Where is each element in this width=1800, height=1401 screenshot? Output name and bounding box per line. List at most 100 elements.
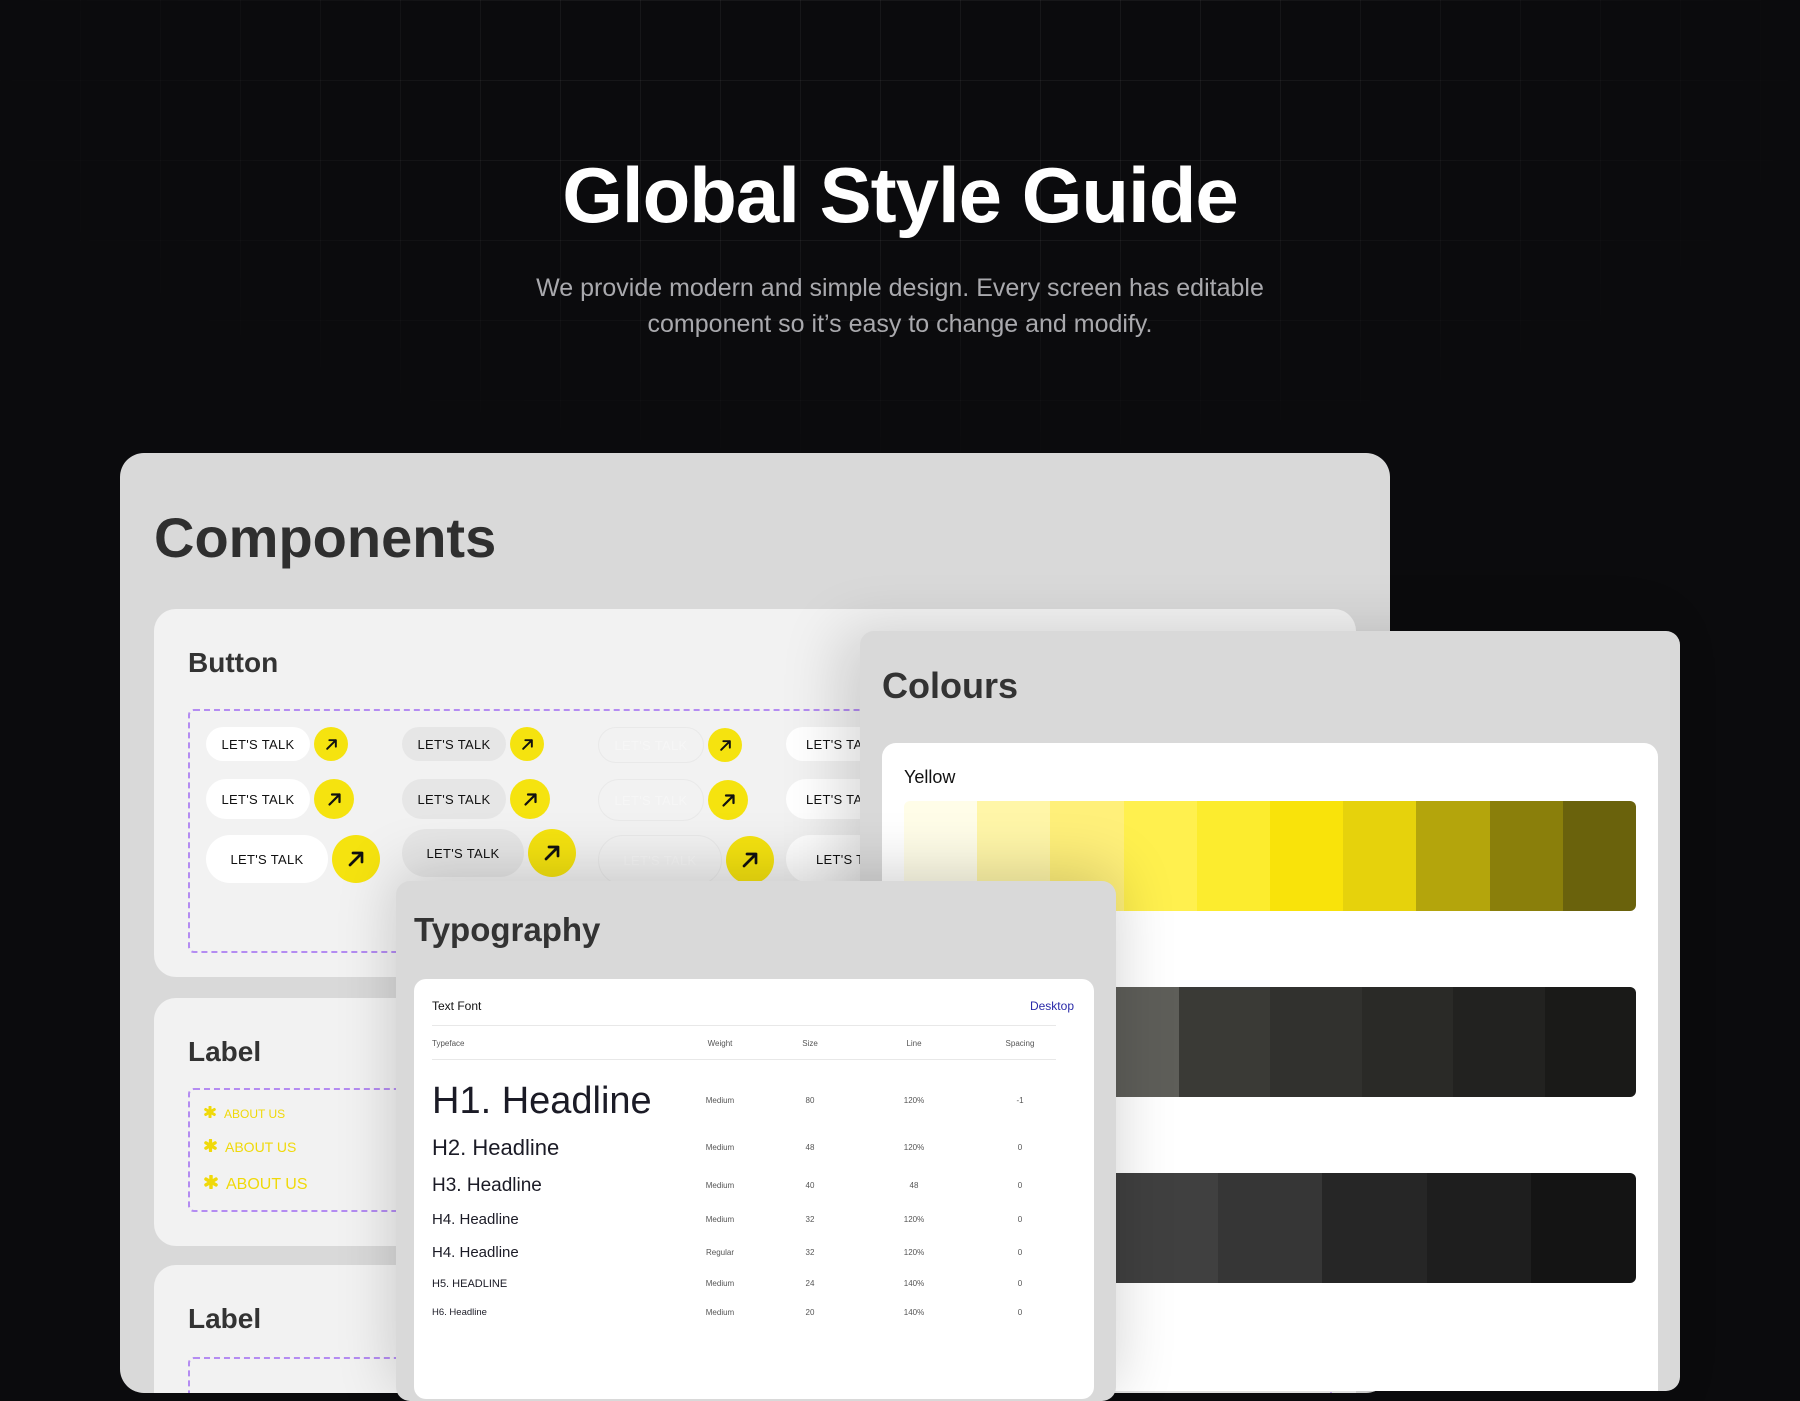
grey-swatch[interactable] — [1361, 987, 1453, 1097]
col-header-weight: Weight — [707, 1039, 733, 1048]
typeface-sample: H1. Headline — [432, 1080, 652, 1122]
dark-swatch[interactable] — [1113, 1173, 1218, 1283]
lets-talk-button[interactable]: LET'S TALK — [598, 779, 748, 821]
arrow-up-right-icon — [726, 836, 774, 884]
components-title: Components — [154, 506, 497, 569]
lets-talk-button-label: LET'S TALK — [598, 727, 704, 763]
arrow-up-right-icon — [510, 727, 544, 761]
arrow-up-right-icon — [708, 728, 742, 762]
line-value: 140% — [903, 1279, 925, 1288]
about-us-label-text: ABOUT US — [225, 1139, 297, 1155]
hero-title: Global Style Guide — [562, 151, 1238, 239]
lets-talk-button[interactable]: LET'S TALK — [206, 779, 354, 819]
weight-value: Medium — [705, 1308, 735, 1317]
typeface-sample: H3. Headline — [432, 1175, 542, 1196]
arrow-up-right-icon — [314, 779, 354, 819]
lets-talk-button-label: LET'S TALK — [206, 779, 310, 819]
size-value: 80 — [805, 1096, 815, 1105]
spacing-value: 0 — [1017, 1279, 1023, 1288]
about-us-label-medium[interactable]: ABOUT US — [204, 1138, 297, 1155]
grey-swatch[interactable] — [1544, 987, 1636, 1097]
lets-talk-button-label: LET'S TALK — [402, 727, 506, 761]
dark-swatch[interactable] — [1217, 1173, 1323, 1283]
typeface-sample: H6. Headline — [432, 1307, 487, 1318]
lets-talk-button-label: LET'S TALK — [206, 835, 328, 883]
grey-swatch[interactable] — [1453, 987, 1545, 1097]
typography-title: Typography — [414, 911, 601, 948]
dark-swatch[interactable] — [1531, 1173, 1636, 1283]
dark-swatch[interactable] — [1322, 1173, 1427, 1283]
yellow-swatch[interactable] — [1416, 801, 1490, 911]
about-us-label-large[interactable]: ABOUT US — [204, 1174, 308, 1194]
yellow-swatch[interactable] — [1489, 801, 1563, 911]
col-header-spacing: Spacing — [1005, 1039, 1035, 1048]
lets-talk-button[interactable]: LET'S TALK — [402, 829, 576, 877]
palette-name: Yellow — [904, 767, 956, 787]
asterisk-icon — [204, 1174, 218, 1194]
yellow-swatch[interactable] — [1123, 801, 1197, 911]
line-value: 48 — [909, 1181, 919, 1190]
yellow-swatch[interactable] — [1343, 801, 1417, 911]
weight-value: Medium — [705, 1181, 735, 1190]
arrow-up-right-icon — [332, 835, 380, 883]
hero-subtitle-line-2: component so it’s easy to change and mod… — [647, 310, 1153, 338]
line-value: 120% — [903, 1248, 925, 1257]
lets-talk-button[interactable]: LET'S TALK — [598, 727, 742, 763]
lets-talk-button-label: LET'S TALK — [598, 835, 722, 885]
about-us-label-small[interactable]: ABOUT US — [204, 1105, 286, 1121]
yellow-swatch[interactable] — [1562, 801, 1636, 911]
size-value: 48 — [805, 1143, 815, 1152]
line-value: 120% — [903, 1215, 925, 1224]
yellow-swatch[interactable] — [1270, 801, 1344, 911]
lets-talk-button[interactable]: LET'S TALK — [402, 779, 550, 819]
weight-value: Medium — [705, 1143, 735, 1152]
col-header-size: Size — [802, 1039, 818, 1048]
spacing-value: 0 — [1017, 1181, 1023, 1190]
yellow-swatch[interactable] — [1196, 801, 1271, 911]
typeface-sample: H4. Headline — [432, 1211, 519, 1228]
text-font-label: Text Font — [432, 999, 482, 1013]
asterisk-icon — [204, 1138, 217, 1155]
typeface-sample: H4. Headline — [432, 1244, 519, 1261]
weight-value: Regular — [705, 1248, 734, 1257]
about-us-label-text: ABOUT US — [226, 1175, 308, 1193]
typography-card: Text Font Desktop Typeface Weight Size L… — [414, 979, 1094, 1399]
lets-talk-button[interactable]: LET'S TALK — [402, 727, 544, 761]
spacing-value: 0 — [1017, 1143, 1023, 1152]
grey-swatch[interactable] — [1178, 987, 1270, 1097]
lets-talk-button-label: LET'S TALK — [598, 779, 704, 821]
size-value: 32 — [805, 1215, 815, 1224]
size-value: 20 — [805, 1308, 815, 1317]
size-value: 24 — [805, 1279, 815, 1288]
lets-talk-button[interactable]: LET'S TALK — [598, 835, 774, 885]
spacing-value: 0 — [1017, 1215, 1023, 1224]
weight-value: Medium — [705, 1279, 735, 1288]
lets-talk-button-label: LET'S TALK — [402, 779, 506, 819]
divider — [432, 1025, 1056, 1026]
line-value: 120% — [903, 1096, 925, 1105]
spacing-value: -1 — [1016, 1096, 1024, 1105]
typeface-sample: H2. Headline — [432, 1135, 560, 1160]
hero-subtitle-line-1: We provide modern and simple design. Eve… — [536, 274, 1264, 302]
lets-talk-button[interactable]: LET'S TALK — [206, 835, 380, 883]
hero-subtitle: We provide modern and simple design. Eve… — [500, 270, 1300, 342]
line-value: 140% — [903, 1308, 925, 1317]
spacing-value: 0 — [1017, 1308, 1023, 1317]
col-header-line: Line — [906, 1039, 922, 1048]
about-us-label-text: ABOUT US — [224, 1106, 286, 1121]
typography-panel: Typography Text Font Desktop Typeface We… — [396, 881, 1116, 1401]
arrow-up-right-icon — [314, 727, 348, 761]
weight-value: Medium — [705, 1096, 735, 1105]
lets-talk-button-label: LET'S TALK — [206, 727, 310, 761]
desktop-toggle[interactable]: Desktop — [1030, 999, 1074, 1013]
grey-swatch[interactable] — [1270, 987, 1362, 1097]
line-value: 120% — [903, 1143, 925, 1152]
size-value: 40 — [805, 1181, 815, 1190]
spacing-value: 0 — [1017, 1248, 1023, 1257]
lets-talk-button[interactable]: LET'S TALK — [206, 727, 348, 761]
lets-talk-button-label: LET'S TALK — [402, 829, 524, 877]
colours-title: Colours — [882, 665, 1019, 706]
typeface-sample: H5. HEADLINE — [432, 1278, 508, 1290]
divider — [432, 1059, 1056, 1060]
dark-swatch[interactable] — [1426, 1173, 1532, 1283]
